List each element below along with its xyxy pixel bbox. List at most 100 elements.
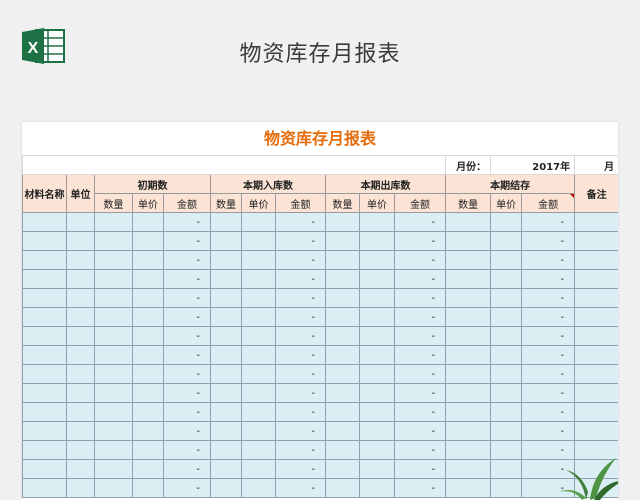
table-cell[interactable] <box>94 326 133 346</box>
amount-cell[interactable]: - <box>163 231 211 251</box>
table-cell[interactable] <box>445 212 492 232</box>
table-cell[interactable] <box>325 383 360 403</box>
amount-cell[interactable]: - <box>163 383 211 403</box>
table-cell[interactable] <box>490 288 523 308</box>
table-cell[interactable] <box>574 421 618 441</box>
table-cell[interactable] <box>445 440 492 460</box>
header-quantity[interactable]: 数量 <box>94 193 133 213</box>
amount-cell[interactable]: - <box>393 459 447 479</box>
table-cell[interactable] <box>359 478 395 498</box>
amount-cell[interactable]: - <box>521 288 576 308</box>
table-cell[interactable] <box>490 326 523 346</box>
table-cell[interactable] <box>445 288 492 308</box>
table-cell[interactable] <box>132 421 164 441</box>
table-cell[interactable] <box>241 459 276 479</box>
amount-cell[interactable]: - <box>275 269 326 289</box>
table-cell[interactable] <box>22 326 67 346</box>
table-cell[interactable] <box>325 307 360 327</box>
table-cell[interactable] <box>210 231 242 251</box>
table-cell[interactable] <box>574 383 618 403</box>
table-cell[interactable] <box>359 326 395 346</box>
amount-cell[interactable]: - <box>521 345 576 365</box>
amount-cell[interactable]: - <box>275 478 326 498</box>
header-group-closing[interactable]: 本期结存 <box>445 174 576 194</box>
table-cell[interactable] <box>445 269 492 289</box>
table-cell[interactable] <box>445 231 492 251</box>
table-cell[interactable] <box>445 326 492 346</box>
table-cell[interactable] <box>22 364 67 384</box>
table-cell[interactable] <box>490 402 523 422</box>
header-amount[interactable]: 金额 <box>163 193 211 213</box>
amount-cell[interactable]: - <box>163 212 211 232</box>
amount-cell[interactable]: - <box>275 383 326 403</box>
amount-cell[interactable]: - <box>393 421 447 441</box>
table-cell[interactable] <box>490 212 523 232</box>
table-cell[interactable] <box>445 459 492 479</box>
amount-cell[interactable]: - <box>393 231 447 251</box>
amount-cell[interactable]: - <box>521 231 576 251</box>
table-cell[interactable] <box>359 421 395 441</box>
table-cell[interactable] <box>490 307 523 327</box>
amount-cell[interactable]: - <box>275 459 326 479</box>
table-cell[interactable] <box>66 345 95 365</box>
table-cell[interactable] <box>574 231 618 251</box>
amount-cell[interactable]: - <box>163 478 211 498</box>
table-cell[interactable] <box>490 459 523 479</box>
table-cell[interactable] <box>325 421 360 441</box>
amount-cell[interactable]: - <box>393 364 447 384</box>
table-cell[interactable] <box>66 440 95 460</box>
table-cell[interactable] <box>66 250 95 270</box>
table-cell[interactable] <box>94 250 133 270</box>
table-cell[interactable] <box>325 440 360 460</box>
amount-cell[interactable]: - <box>393 288 447 308</box>
amount-cell[interactable]: - <box>275 288 326 308</box>
table-cell[interactable] <box>359 440 395 460</box>
table-cell[interactable] <box>325 326 360 346</box>
sheet-title[interactable]: 物资库存月报表 <box>22 122 618 155</box>
table-cell[interactable] <box>490 269 523 289</box>
table-cell[interactable] <box>132 478 164 498</box>
table-cell[interactable] <box>359 345 395 365</box>
amount-cell[interactable]: - <box>163 459 211 479</box>
amount-cell[interactable]: - <box>393 212 447 232</box>
table-cell[interactable] <box>241 402 276 422</box>
table-cell[interactable] <box>574 288 618 308</box>
amount-cell[interactable]: - <box>163 288 211 308</box>
table-cell[interactable] <box>445 402 492 422</box>
table-cell[interactable] <box>241 307 276 327</box>
header-unit-price[interactable]: 单价 <box>490 193 523 213</box>
table-cell[interactable] <box>210 288 242 308</box>
table-cell[interactable] <box>490 440 523 460</box>
table-cell[interactable] <box>241 383 276 403</box>
header-unit[interactable]: 单位 <box>66 174 95 213</box>
amount-cell[interactable]: - <box>393 440 447 460</box>
table-cell[interactable] <box>22 231 67 251</box>
table-cell[interactable] <box>132 364 164 384</box>
table-cell[interactable] <box>325 345 360 365</box>
table-cell[interactable] <box>210 440 242 460</box>
amount-cell[interactable]: - <box>393 383 447 403</box>
table-cell[interactable] <box>574 326 618 346</box>
header-quantity[interactable]: 数量 <box>210 193 242 213</box>
table-cell[interactable] <box>66 478 95 498</box>
table-cell[interactable] <box>66 459 95 479</box>
table-cell[interactable] <box>22 459 67 479</box>
table-cell[interactable] <box>94 269 133 289</box>
table-cell[interactable] <box>445 345 492 365</box>
table-cell[interactable] <box>574 345 618 365</box>
cell[interactable] <box>22 155 447 175</box>
table-cell[interactable] <box>22 383 67 403</box>
amount-cell[interactable]: - <box>275 345 326 365</box>
amount-cell[interactable]: - <box>163 269 211 289</box>
table-cell[interactable] <box>241 364 276 384</box>
table-cell[interactable] <box>359 307 395 327</box>
amount-cell[interactable]: - <box>163 364 211 384</box>
table-cell[interactable] <box>22 288 67 308</box>
amount-cell[interactable]: - <box>393 326 447 346</box>
table-cell[interactable] <box>325 478 360 498</box>
table-cell[interactable] <box>22 421 67 441</box>
table-cell[interactable] <box>445 478 492 498</box>
table-cell[interactable] <box>210 269 242 289</box>
table-cell[interactable] <box>359 402 395 422</box>
table-cell[interactable] <box>22 478 67 498</box>
